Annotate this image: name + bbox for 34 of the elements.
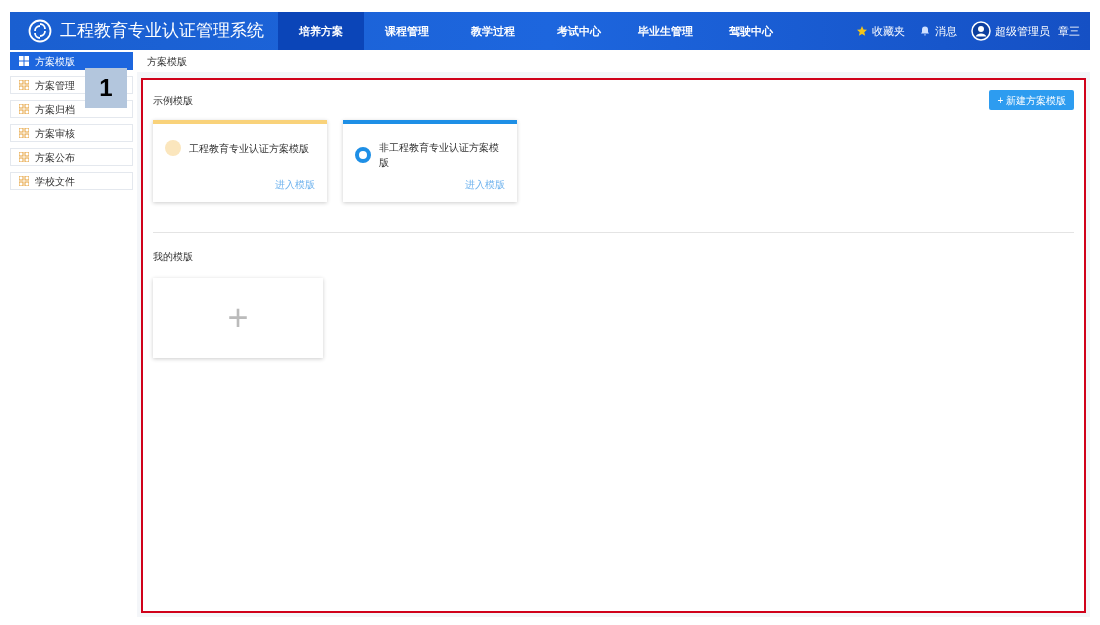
grid-icon bbox=[19, 104, 29, 114]
card-title: 工程教育专业认证方案模版 bbox=[189, 141, 309, 156]
avatar-icon bbox=[971, 21, 991, 41]
ring-icon bbox=[355, 147, 371, 163]
grid-icon bbox=[19, 152, 29, 162]
messages-button[interactable]: 消息 bbox=[919, 22, 957, 40]
app-title: 工程教育专业认证管理系统 bbox=[60, 20, 264, 43]
breadcrumb: 方案模版 bbox=[147, 54, 187, 69]
star-icon bbox=[856, 25, 868, 37]
section-title: 示例模版 bbox=[153, 93, 193, 108]
grid-icon bbox=[19, 128, 29, 138]
user-role: 超级管理员 bbox=[995, 23, 1050, 39]
circle-icon bbox=[165, 140, 181, 156]
bell-icon bbox=[919, 25, 931, 37]
nav-tab[interactable]: 培养方案 bbox=[278, 12, 364, 50]
sidebar-item[interactable]: 方案公布 bbox=[10, 148, 133, 166]
nav-tab[interactable]: 驾驶中心 bbox=[708, 12, 794, 50]
nav-tab[interactable]: 考试中心 bbox=[536, 12, 622, 50]
favorites-button[interactable]: 收藏夹 bbox=[856, 22, 905, 40]
grid-icon bbox=[19, 80, 29, 90]
nav-tab[interactable]: 课程管理 bbox=[364, 12, 450, 50]
logo-icon bbox=[28, 19, 52, 43]
grid-icon bbox=[19, 176, 29, 186]
sidebar-item[interactable]: 学校文件 bbox=[10, 172, 133, 190]
sidebar-item[interactable]: 方案审核 bbox=[10, 124, 133, 142]
new-template-button[interactable]: + 新建方案模版 bbox=[989, 90, 1074, 110]
card-title: 非工程教育专业认证方案模版 bbox=[378, 141, 500, 170]
section-title: 我的模版 bbox=[153, 250, 194, 264]
user-name: 章三 bbox=[1058, 23, 1080, 39]
nav-tab[interactable]: 教学过程 bbox=[450, 12, 536, 50]
nav-tab[interactable]: 毕业生管理 bbox=[622, 12, 708, 50]
step-badge: 1 bbox=[85, 68, 127, 108]
sidebar-item[interactable]: 方案模版 bbox=[10, 52, 133, 70]
grid-icon bbox=[19, 56, 29, 66]
